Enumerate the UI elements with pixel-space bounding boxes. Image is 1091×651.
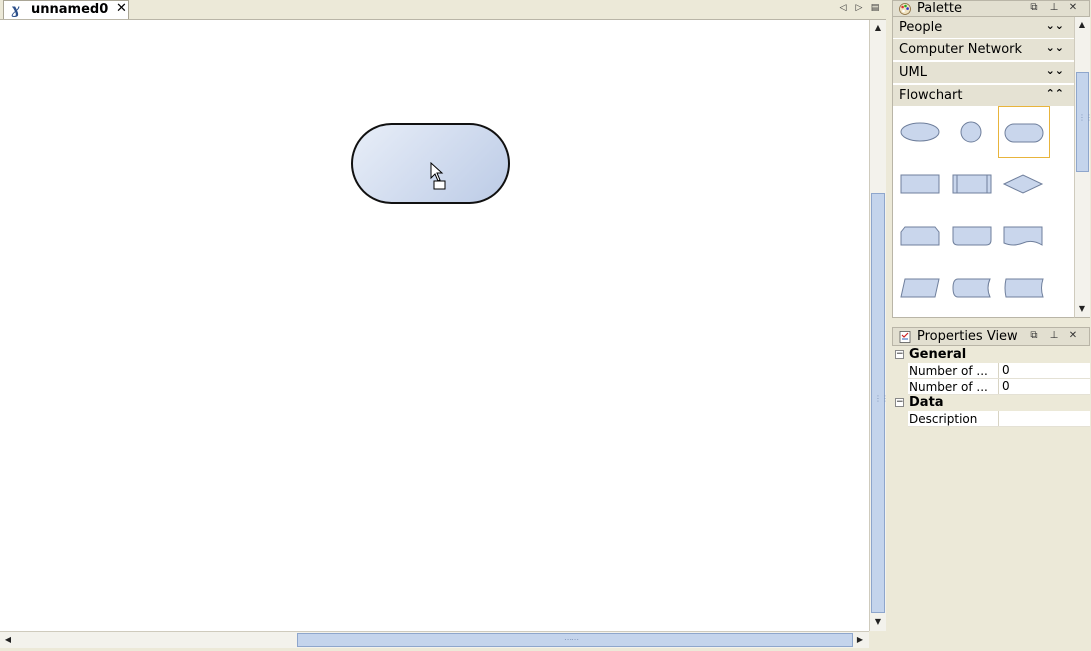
close-tab-icon[interactable]: ✕ <box>116 1 127 16</box>
scroll-left-icon[interactable]: ◀ <box>1 633 15 647</box>
expand-chevron-icon: ⌄⌄ <box>1045 41 1064 54</box>
expand-chevron-icon: ⌄⌄ <box>1045 19 1064 32</box>
palette-category-computer-network[interactable]: Computer Network ⌄⌄ <box>893 39 1074 61</box>
property-value[interactable]: 0 <box>998 363 1090 378</box>
grip-icon: ⋮⋮ <box>874 394 889 403</box>
mouse-cursor-icon <box>430 162 446 190</box>
horizontal-scroll-thumb[interactable]: ⋯⋯ <box>297 633 853 647</box>
flowchart-process-shape[interactable] <box>894 158 946 210</box>
palette-category-flowchart[interactable]: Flowchart ⌃⌃ <box>893 85 1074 107</box>
property-value[interactable] <box>998 411 1090 426</box>
scroll-tabs-right-icon[interactable]: ▷ <box>853 2 865 15</box>
properties-sheet: − General Number of ... 0 Number of ... … <box>892 346 1090 648</box>
property-value[interactable]: 0 <box>998 379 1090 394</box>
property-group-data[interactable]: − Data <box>892 395 1090 411</box>
flowchart-predefined-process-shape[interactable] <box>946 158 998 210</box>
tab-label: unnamed0 <box>31 2 109 17</box>
scroll-tabs-left-icon[interactable]: ◁ <box>837 2 849 15</box>
scroll-down-icon[interactable]: ▼ <box>1075 302 1089 316</box>
diagram-canvas[interactable] <box>0 20 869 631</box>
properties-icon <box>899 331 911 343</box>
tab-list-icon[interactable]: ▤ <box>869 2 881 15</box>
scroll-right-icon[interactable]: ▶ <box>853 633 867 647</box>
category-label: Computer Network <box>899 42 1023 57</box>
category-label: UML <box>899 65 927 80</box>
property-row[interactable]: Description <box>908 411 1090 427</box>
flowchart-display-shape[interactable] <box>998 262 1050 314</box>
group-label: Data <box>909 395 944 410</box>
vertical-scroll-thumb[interactable]: ⋮⋮ <box>871 193 889 613</box>
palette-scroll-thumb[interactable]: ⋮⋮ <box>1076 72 1091 172</box>
properties-header: Properties View ⧉ ⊥ ✕ <box>892 327 1090 346</box>
canvas-vertical-scrollbar[interactable]: ▲ ⋮⋮ ▼ <box>869 20 889 631</box>
expand-chevron-icon: ⌄⌄ <box>1045 64 1064 77</box>
restore-window-icon[interactable]: ⧉ <box>1028 330 1040 342</box>
flowchart-ellipse-shape[interactable] <box>894 106 946 158</box>
properties-title: Properties View <box>917 329 1018 344</box>
flowchart-stored-data-shape[interactable] <box>946 262 998 314</box>
panel-splitter[interactable] <box>887 0 891 651</box>
palette-scrollbar[interactable]: ▲ ⋮⋮ ▼ <box>1074 17 1091 318</box>
property-name: Description <box>909 412 978 426</box>
group-label: General <box>909 347 967 362</box>
flowchart-document-shape[interactable] <box>998 210 1050 262</box>
property-group-general[interactable]: − General <box>892 347 1090 363</box>
close-panel-icon[interactable]: ✕ <box>1067 2 1079 14</box>
property-name: Number of ... <box>909 380 988 394</box>
palette-body: People ⌄⌄ Computer Network ⌄⌄ UML ⌄⌄ Flo… <box>892 17 1074 318</box>
property-row[interactable]: Number of ... 0 <box>908 363 1090 379</box>
category-label: People <box>899 20 943 35</box>
palette-icon <box>899 3 911 15</box>
grip-icon: ⋯⋯ <box>564 635 579 644</box>
canvas-horizontal-scrollbar[interactable]: ◀ ⋯⋯ ▶ <box>0 631 869 648</box>
collapse-icon[interactable]: − <box>895 350 904 359</box>
flowchart-decision-shape[interactable] <box>998 158 1050 210</box>
collapse-chevron-icon: ⌃⌃ <box>1045 87 1064 100</box>
flowchart-preparation-shape[interactable] <box>894 210 946 262</box>
palette-category-uml[interactable]: UML ⌄⌄ <box>893 62 1074 84</box>
grip-icon: ⋮⋮ <box>1078 113 1091 122</box>
palette-category-people[interactable]: People ⌄⌄ <box>893 17 1074 39</box>
pin-icon[interactable]: ⊥ <box>1048 2 1060 14</box>
collapse-icon[interactable]: − <box>895 398 904 407</box>
editor-tab-bar: ɣ unnamed0 ✕ ◁ ▷ ▤ <box>0 0 886 20</box>
scroll-up-icon[interactable]: ▲ <box>871 21 885 35</box>
flowchart-manual-operation-shape[interactable] <box>946 210 998 262</box>
diagram-document-icon: ɣ <box>11 2 20 18</box>
palette-title: Palette <box>917 1 963 16</box>
restore-window-icon[interactable]: ⧉ <box>1028 2 1040 14</box>
scroll-down-icon[interactable]: ▼ <box>871 615 885 629</box>
close-panel-icon[interactable]: ✕ <box>1067 330 1079 342</box>
property-row[interactable]: Number of ... 0 <box>908 379 1090 395</box>
scroll-up-icon[interactable]: ▲ <box>1075 18 1089 32</box>
flowchart-terminator-shape[interactable] <box>998 106 1050 158</box>
category-label: Flowchart <box>899 88 963 103</box>
property-name: Number of ... <box>909 364 988 378</box>
palette-header: Palette ⧉ ⊥ ✕ <box>892 0 1090 17</box>
flowchart-circle-shape[interactable] <box>946 106 998 158</box>
flowchart-data-shape[interactable] <box>894 262 946 314</box>
tab-unnamed0[interactable]: ɣ unnamed0 ✕ <box>3 0 129 19</box>
pin-icon[interactable]: ⊥ <box>1048 330 1060 342</box>
